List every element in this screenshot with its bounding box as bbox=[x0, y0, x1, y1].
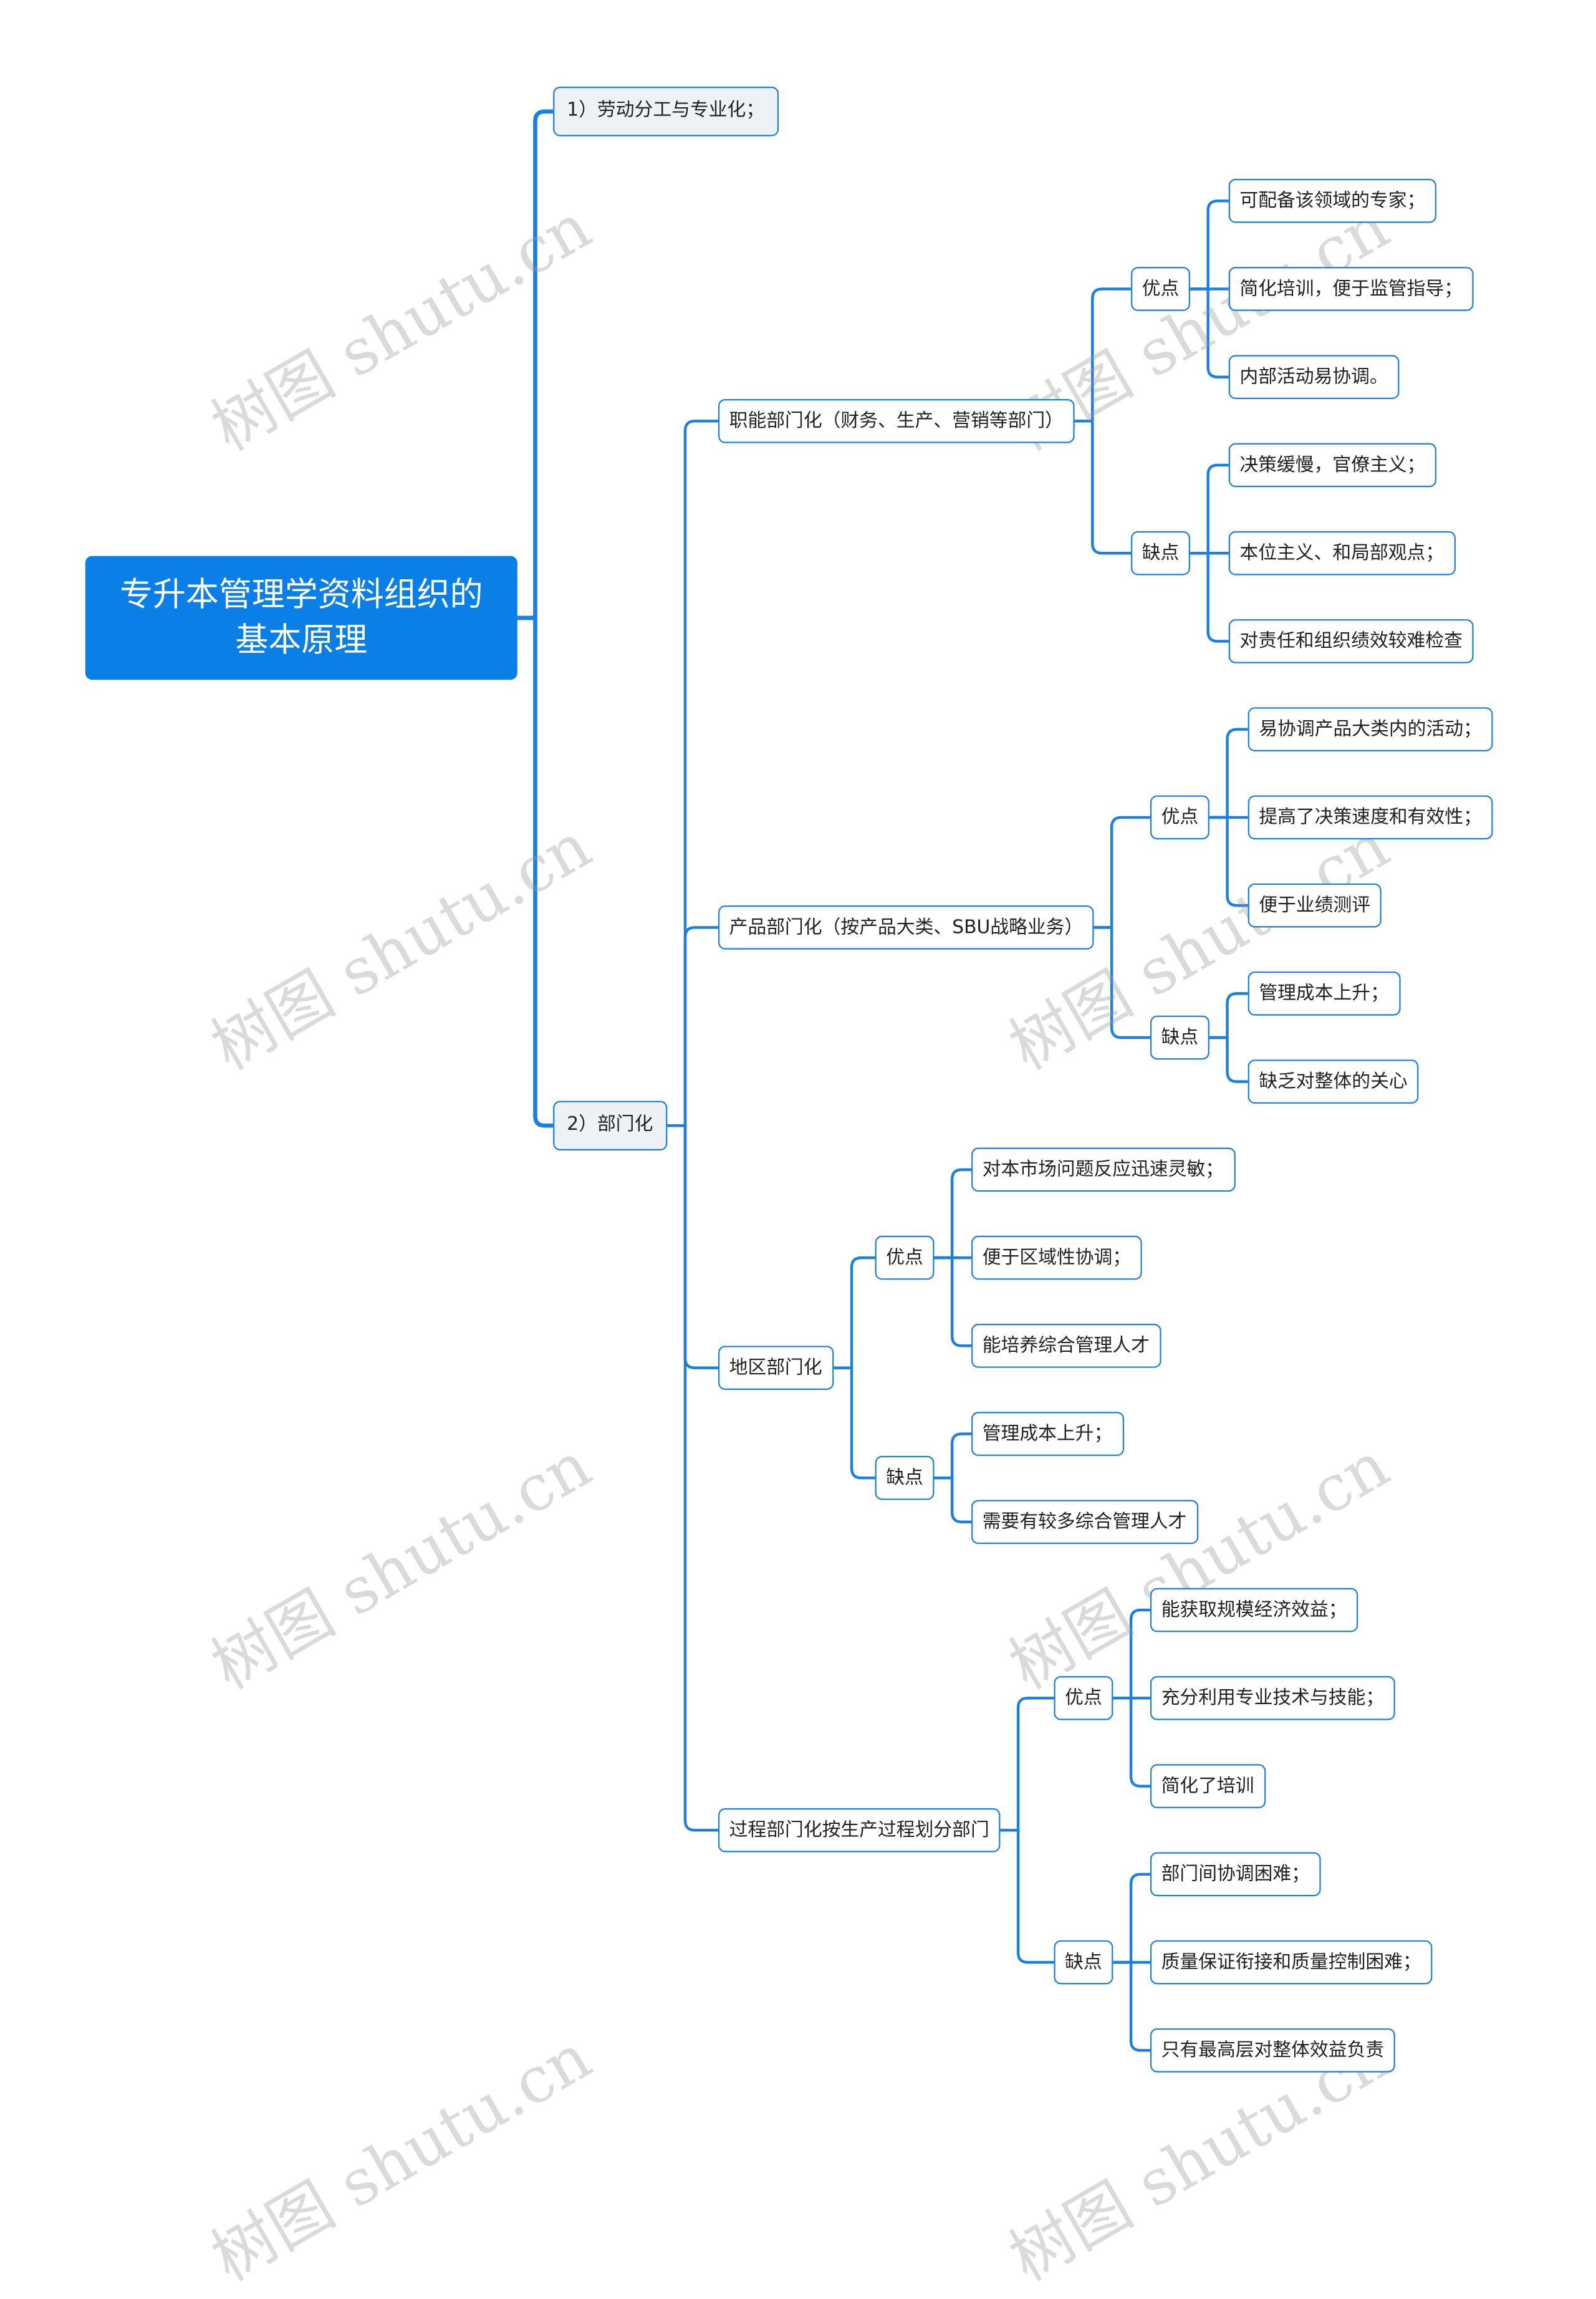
connector bbox=[517, 615, 554, 1128]
connector bbox=[1113, 1608, 1150, 1700]
connector bbox=[1209, 1036, 1248, 1083]
leaf-topic[interactable]: 部门间协调困难； bbox=[1150, 1852, 1321, 1897]
main-topic[interactable]: 2）部门化 bbox=[553, 1101, 667, 1150]
connector bbox=[934, 1168, 972, 1260]
cons-node[interactable]: 缺点 bbox=[1054, 1940, 1113, 1985]
connector bbox=[1190, 287, 1229, 378]
leaf-topic[interactable]: 决策缓慢，官僚主义； bbox=[1228, 443, 1437, 488]
subtopic[interactable]: 产品部门化（按产品大类、SBU战略业务） bbox=[718, 905, 1094, 950]
connector bbox=[1113, 1697, 1150, 1788]
connector bbox=[1113, 1960, 1150, 2052]
connector bbox=[1190, 551, 1229, 643]
leaf-topic[interactable]: 简化培训，便于监管指导； bbox=[1228, 267, 1474, 311]
connector bbox=[667, 1124, 719, 1369]
connector bbox=[934, 1256, 972, 1347]
pros-node[interactable]: 优点 bbox=[1131, 267, 1190, 311]
connector bbox=[1209, 816, 1248, 907]
leaf-topic[interactable]: 只有最高层对整体效益负责 bbox=[1150, 2028, 1395, 2073]
connector bbox=[1190, 200, 1229, 291]
connector bbox=[1000, 1697, 1054, 1832]
subtopic[interactable]: 过程部门化按生产过程划分部门 bbox=[718, 1808, 1001, 1853]
root-topic[interactable]: 专升本管理学资料组织的基本原理 bbox=[85, 556, 517, 680]
connector bbox=[1074, 420, 1132, 555]
connector bbox=[934, 1432, 972, 1480]
main-topic[interactable]: 1）劳动分工与专业化； bbox=[553, 87, 779, 137]
cons-node[interactable]: 缺点 bbox=[875, 1455, 935, 1500]
subtopic[interactable]: 地区部门化 bbox=[718, 1346, 834, 1390]
connector bbox=[1113, 1872, 1150, 1964]
leaf-topic[interactable]: 本位主义、和局部观点； bbox=[1228, 531, 1455, 576]
connector bbox=[1190, 463, 1229, 555]
cons-node[interactable]: 缺点 bbox=[1131, 531, 1190, 576]
leaf-topic[interactable]: 提高了决策速度和有效性； bbox=[1247, 795, 1493, 840]
leaf-topic[interactable]: 简化了培训 bbox=[1150, 1764, 1266, 1808]
leaf-topic[interactable]: 充分利用专业技术与技能； bbox=[1150, 1676, 1395, 1720]
leaf-topic[interactable]: 内部活动易协调。 bbox=[1228, 355, 1400, 400]
connector bbox=[1000, 1828, 1054, 1964]
connector bbox=[934, 1477, 972, 1524]
leaf-topic[interactable]: 易协调产品大类内的活动； bbox=[1247, 707, 1493, 751]
leaf-topic[interactable]: 需要有较多综合管理人才 bbox=[971, 1500, 1198, 1545]
pros-node[interactable]: 优点 bbox=[1054, 1676, 1113, 1720]
leaf-topic[interactable]: 便于业绩测评 bbox=[1247, 883, 1382, 928]
leaf-topic[interactable]: 便于区域性协调； bbox=[971, 1235, 1142, 1280]
leaf-topic[interactable]: 管理成本上升； bbox=[971, 1412, 1123, 1456]
subtopic[interactable]: 职能部门化（财务、生产、营销等部门） bbox=[718, 399, 1075, 443]
mind-map: 专升本管理学资料组织的基本原理 树图 shutu.cn 树图 shutu.cn 树图… bbox=[0, 0, 1596, 2295]
leaf-topic[interactable]: 可配备该领域的专家； bbox=[1228, 178, 1437, 223]
leaf-topic[interactable]: 缺乏对整体的关心 bbox=[1247, 1059, 1419, 1104]
connector bbox=[667, 420, 719, 1127]
connector bbox=[1094, 816, 1150, 929]
leaf-topic[interactable]: 能获取规模经济效益； bbox=[1150, 1588, 1358, 1632]
connector bbox=[834, 1366, 875, 1480]
leaf-topic[interactable]: 能培养综合管理人才 bbox=[971, 1324, 1161, 1368]
cons-node[interactable]: 缺点 bbox=[1150, 1015, 1209, 1060]
connector bbox=[517, 109, 554, 620]
leaf-topic[interactable]: 对责任和组织绩效较难检查 bbox=[1228, 619, 1474, 663]
connector bbox=[667, 926, 719, 1127]
connector bbox=[834, 1256, 875, 1369]
connector bbox=[1209, 728, 1248, 819]
leaf-topic[interactable]: 质量保证衔接和质量控制困难； bbox=[1150, 1940, 1433, 1985]
connector bbox=[1094, 926, 1150, 1039]
pros-node[interactable]: 优点 bbox=[1150, 795, 1209, 840]
connector bbox=[1074, 287, 1132, 423]
connector bbox=[667, 1124, 719, 1832]
leaf-topic[interactable]: 管理成本上升； bbox=[1247, 971, 1400, 1016]
leaf-topic[interactable]: 对本市场问题反应迅速灵敏； bbox=[971, 1147, 1235, 1192]
connector bbox=[1209, 992, 1248, 1039]
pros-node[interactable]: 优点 bbox=[875, 1235, 935, 1280]
